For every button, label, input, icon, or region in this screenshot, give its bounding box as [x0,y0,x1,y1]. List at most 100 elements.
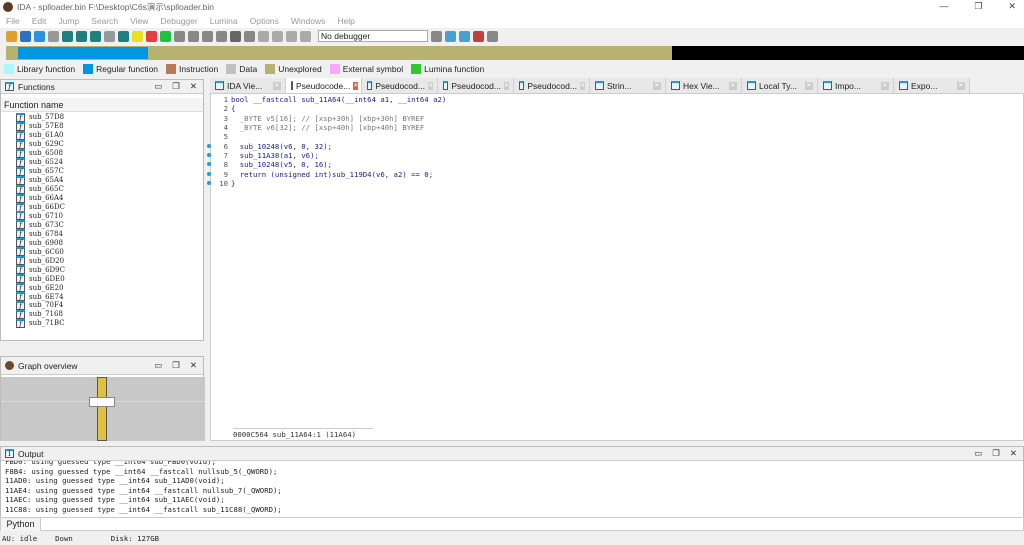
code-line[interactable]: 2{ [211,104,1023,113]
tab-close-icon[interactable]: ✕ [805,81,813,90]
navigation-band[interactable] [6,46,1024,60]
menu-debugger[interactable]: Debugger [160,16,197,26]
toolbar-button-icon[interactable] [188,30,199,42]
toolbar-button-icon[interactable] [445,30,456,42]
toolbar-button-icon[interactable] [48,30,59,42]
tab-6[interactable]: Hex Vie... ✕ [666,78,742,93]
breakpoint-dot-icon[interactable] [207,143,211,148]
float-panel-button[interactable]: ❐ [172,360,180,371]
float-panel-button[interactable]: ❐ [172,81,180,92]
tab-close-icon[interactable]: ✕ [353,81,359,90]
function-row[interactable]: f sub_65A4 [16,175,203,185]
code-line[interactable]: 9 return (unsigned int)sub_119D4(v6, a2)… [207,169,1023,179]
toolbar-button-icon[interactable] [118,30,129,42]
close-button[interactable]: ✕ [1008,1,1016,12]
menu-jump[interactable]: Jump [58,16,79,26]
menu-windows[interactable]: Windows [291,16,325,26]
python-button[interactable]: Python [1,518,41,531]
toolbar-button-icon[interactable] [216,30,227,42]
toolbar-button-icon[interactable] [487,30,498,42]
minimize-button[interactable]: — [939,1,948,12]
tab-close-icon[interactable]: ✕ [273,81,281,90]
breakpoint-dot-icon[interactable] [207,171,211,176]
menu-edit[interactable]: Edit [32,16,47,26]
maximize-panel-button[interactable]: ▭ [154,81,162,92]
function-row[interactable]: f sub_7168 [16,309,203,319]
toolbar-button-icon[interactable] [76,30,87,42]
toolbar-button-icon[interactable] [431,30,442,42]
maximize-panel-button[interactable]: ▭ [154,360,162,371]
code-line[interactable]: 6 sub_10248(v6, 0, 32); [207,141,1023,151]
toolbar-button-icon[interactable] [244,30,255,42]
toolbar-button-icon[interactable] [132,30,143,42]
function-row[interactable]: f sub_657C [16,166,203,176]
code-line[interactable]: 4 _BYTE v6[32]; // [xsp+40h] [xbp+40h] B… [211,123,1023,132]
toolbar-button-icon[interactable] [258,30,269,42]
toolbar-button-icon[interactable] [272,30,283,42]
debugger-select[interactable]: No debugger [318,30,428,42]
command-line[interactable]: Python [0,517,1024,531]
toolbar-button-icon[interactable] [202,30,213,42]
function-row[interactable]: f sub_61A0 [16,130,203,140]
function-row[interactable]: f sub_57D8 [16,112,203,122]
function-row[interactable]: f sub_6710 [16,211,203,221]
pseudocode-view[interactable]: 1 bool __fastcall sub_11A64(__int64 a1, _… [207,93,1024,441]
maximize-button[interactable]: ❐ [974,1,982,12]
function-row[interactable]: f sub_6D20 [16,256,203,266]
tab-close-icon[interactable]: ✕ [503,81,509,90]
code-line[interactable]: 3 _BYTE v5[16]; // [xsp+30h] [xbp+30h] B… [211,114,1023,123]
tab-7[interactable]: Local Ty... ✕ [742,78,818,93]
code-line[interactable]: 5 [211,132,1023,141]
toolbar-button-icon[interactable] [20,30,31,42]
tab-8[interactable]: Impo... ✕ [818,78,894,93]
code-line[interactable]: 8 sub_10248(v5, 0, 16); [207,160,1023,169]
toolbar-button-icon[interactable] [6,30,17,42]
function-row[interactable]: f sub_6D9C [16,265,203,275]
toolbar-button-icon[interactable] [459,30,470,42]
toolbar-button-icon[interactable] [90,30,101,42]
toolbar-button-icon[interactable] [160,30,171,42]
function-row[interactable]: f sub_6784 [16,229,203,239]
toolbar-button-icon[interactable] [104,30,115,42]
code-line[interactable]: 1 bool __fastcall sub_11A64(__int64 a1, _… [211,95,1023,104]
function-row[interactable]: f sub_673C [16,220,203,230]
tab-1[interactable]: Pseudocode... ✕ [286,78,362,93]
function-row[interactable]: f sub_66DC [16,202,203,212]
toolbar-button-icon[interactable] [286,30,297,42]
toolbar-button-icon[interactable] [146,30,157,42]
tab-close-icon[interactable]: ✕ [729,81,737,90]
menu-search[interactable]: Search [91,16,118,26]
tab-4[interactable]: Pseudocod... ✕ [514,78,590,93]
function-row[interactable]: f sub_70F4 [16,301,203,310]
function-row[interactable]: f sub_71BC [16,318,203,328]
tab-9[interactable]: Expo... ✕ [894,78,970,93]
toolbar-button-icon[interactable] [300,30,311,42]
tab-close-icon[interactable]: ✕ [579,81,585,90]
close-panel-button[interactable]: ✕ [1010,448,1017,459]
function-row[interactable]: f sub_57E8 [16,121,203,131]
toolbar-button-icon[interactable] [230,30,241,42]
toolbar-button-icon[interactable] [174,30,185,42]
tab-0[interactable]: IDA Vie... ✕ [210,78,286,93]
column-header[interactable]: Function name [1,98,203,112]
function-row[interactable]: f sub_6C60 [16,247,203,257]
graph-overview-canvas[interactable] [1,377,205,441]
breakpoint-dot-icon[interactable] [207,152,211,157]
function-row[interactable]: f sub_6E20 [16,283,203,293]
tab-close-icon[interactable]: ✕ [427,81,433,90]
menu-help[interactable]: Help [337,16,354,26]
breakpoint-dot-icon[interactable] [207,180,211,185]
toolbar-button-icon[interactable] [473,30,484,42]
tab-2[interactable]: Pseudocod... ✕ [362,78,438,93]
tab-3[interactable]: Pseudocod... ✕ [438,78,514,93]
toolbar-button-icon[interactable] [34,30,45,42]
function-row[interactable]: f sub_6524 [16,157,203,167]
close-panel-button[interactable]: ✕ [190,81,197,92]
tab-close-icon[interactable]: ✕ [653,81,661,90]
function-row[interactable]: f sub_6E74 [16,292,203,302]
menu-file[interactable]: File [6,16,20,26]
function-row[interactable]: f sub_665C [16,184,203,194]
code-line[interactable]: 7 sub_11A38(a1, v6); [207,151,1023,160]
code-line[interactable]: 10} [207,179,1023,188]
breakpoint-dot-icon[interactable] [207,162,211,167]
